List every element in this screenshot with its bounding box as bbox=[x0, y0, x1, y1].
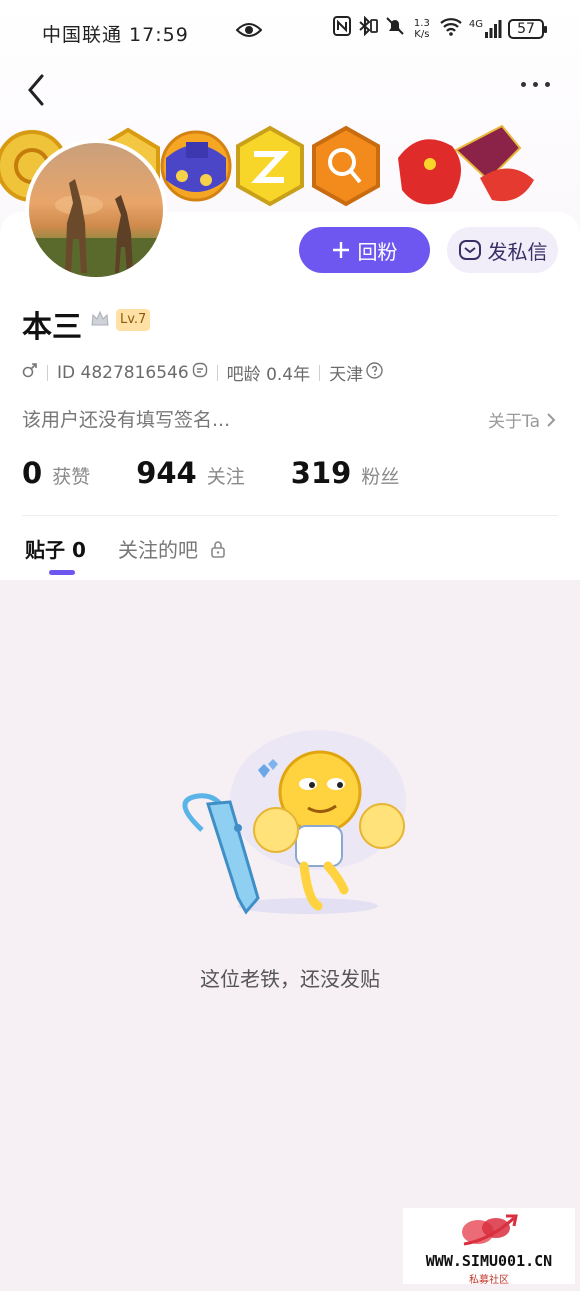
more-options-button[interactable] bbox=[521, 82, 550, 87]
follow-back-button[interactable]: 回粉 bbox=[299, 227, 430, 273]
watermark-logo-icon bbox=[462, 1214, 518, 1246]
stat-likes[interactable]: 0 获赞 bbox=[22, 456, 90, 490]
lock-icon bbox=[211, 540, 225, 558]
signature: 该用户还没有填写签名... bbox=[22, 409, 231, 431]
back-button[interactable] bbox=[22, 72, 54, 108]
nfc-icon bbox=[332, 16, 351, 41]
giraffe-photo bbox=[29, 179, 163, 277]
mute-bell-icon bbox=[385, 16, 405, 41]
tab-indicator bbox=[49, 570, 75, 575]
watermark: WWW.SIMU001.CN 私募社区 bbox=[403, 1208, 575, 1286]
followers-label: 粉丝 bbox=[361, 466, 400, 488]
more-dots-icon bbox=[521, 82, 526, 87]
empty-state-illustration bbox=[182, 730, 406, 915]
chevron-left-icon bbox=[28, 74, 44, 106]
following-count: 944 bbox=[136, 456, 197, 490]
stats-row: 0 获赞 944 关注 319 粉丝 bbox=[22, 456, 445, 490]
help-icon[interactable] bbox=[366, 361, 383, 384]
user-name: 本三 bbox=[22, 310, 82, 345]
about-link[interactable]: 关于Ta bbox=[488, 407, 556, 432]
avatar[interactable] bbox=[25, 139, 167, 281]
watermark-url: WWW.SIMU001.CN bbox=[425, 1252, 553, 1270]
location: 天津 bbox=[329, 365, 364, 385]
copy-icon[interactable] bbox=[192, 362, 208, 383]
net-speed: 1.3 K/s bbox=[413, 17, 430, 40]
tab-followed-bars[interactable]: 关注的吧 bbox=[118, 534, 226, 563]
empty-state-text: 这位老铁，还没发贴 bbox=[200, 967, 380, 991]
level-badge: Lv.7 bbox=[116, 309, 151, 331]
wifi-icon bbox=[439, 16, 463, 41]
stat-following[interactable]: 944 关注 bbox=[136, 456, 245, 490]
chevron-right-icon bbox=[547, 412, 556, 427]
following-label: 关注 bbox=[206, 466, 245, 488]
watermark-sub: 私募社区 bbox=[469, 1275, 509, 1286]
battery-indicator: 57 bbox=[508, 18, 547, 39]
status-bar: 中国联通 17:59 1.3 K/s 4G 57 bbox=[0, 0, 580, 60]
divider bbox=[22, 515, 558, 516]
stat-followers[interactable]: 319 粉丝 bbox=[291, 456, 400, 490]
plus-icon bbox=[332, 242, 349, 258]
send-message-button[interactable]: 发私信 bbox=[447, 227, 558, 273]
orange-badge-icon[interactable] bbox=[312, 125, 380, 207]
bluetooth-icon bbox=[357, 15, 379, 41]
user-meta: ID 4827816546 吧龄 0.4年 天津 bbox=[22, 360, 383, 385]
eye-icon bbox=[235, 20, 263, 45]
tab-followed-bars-label: 关注的吧 bbox=[118, 538, 198, 562]
envelope-icon bbox=[458, 240, 481, 260]
red-zodiac-badge-icon[interactable] bbox=[398, 124, 534, 205]
followers-count: 319 bbox=[290, 456, 352, 490]
tab-posts[interactable]: 贴子 0 bbox=[25, 534, 86, 563]
yellow-badge-icon[interactable] bbox=[236, 125, 304, 207]
signal-icon: 4G bbox=[469, 19, 502, 38]
about-label: 关于Ta bbox=[488, 412, 540, 432]
blue-badge-icon[interactable] bbox=[160, 130, 232, 202]
follow-back-label: 回粉 bbox=[357, 239, 398, 264]
send-message-label: 发私信 bbox=[487, 239, 548, 264]
bar-age: 吧龄 0.4年 bbox=[226, 365, 311, 385]
user-id: ID 4827816546 bbox=[57, 362, 189, 383]
male-icon bbox=[22, 362, 38, 383]
carrier-time: 中国联通 17:59 bbox=[42, 24, 189, 46]
crown-icon bbox=[90, 309, 110, 333]
likes-count: 0 bbox=[22, 456, 43, 490]
likes-label: 获赞 bbox=[52, 466, 91, 488]
